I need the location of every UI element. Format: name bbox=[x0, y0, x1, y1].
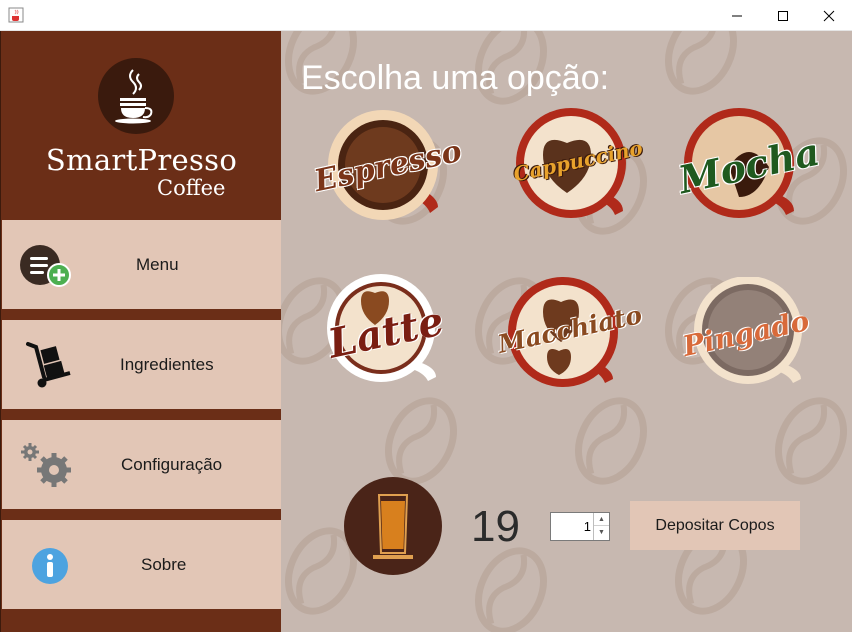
sidebar-item-configuracao[interactable]: Configuração bbox=[2, 420, 282, 509]
deposit-cups-button[interactable]: Depositar Copos bbox=[630, 501, 800, 550]
minimize-icon bbox=[732, 15, 742, 16]
sidebar-item-label: Menu bbox=[136, 255, 179, 274]
info-icon bbox=[32, 548, 68, 584]
option-espresso[interactable]: Espresso bbox=[311, 107, 465, 237]
close-icon bbox=[823, 10, 835, 21]
sidebar: SmartPresso Coffee Menu Ingredientes Con… bbox=[0, 31, 282, 632]
stepper-down-icon[interactable]: ▼ bbox=[594, 526, 609, 539]
glass-icon bbox=[373, 494, 413, 559]
brand-name: SmartPresso bbox=[45, 143, 238, 177]
brand-subtitle: Coffee bbox=[157, 176, 226, 200]
logo-circle bbox=[98, 58, 174, 134]
gears-icon bbox=[21, 443, 71, 487]
quantity-value[interactable]: 1 bbox=[584, 519, 591, 534]
maximize-button[interactable] bbox=[760, 0, 806, 31]
sidebar-item-sobre[interactable]: Sobre bbox=[2, 520, 282, 609]
sidebar-item-label: Configuração bbox=[121, 455, 223, 474]
option-pingado[interactable]: Pingado bbox=[680, 277, 833, 407]
cup-count: 19 bbox=[471, 502, 520, 551]
coffee-cup-icon bbox=[115, 69, 153, 124]
sidebar-item-menu[interactable]: Menu bbox=[2, 220, 282, 309]
maximize-icon bbox=[778, 10, 788, 21]
close-button[interactable] bbox=[806, 0, 852, 31]
option-mocha[interactable]: Mocha bbox=[674, 107, 824, 237]
main-panel: Escolha uma opção: Espresso Cappuccino M… bbox=[281, 31, 852, 632]
option-macchiato[interactable]: Macchiato bbox=[495, 277, 645, 407]
sidebar-item-ingredientes[interactable]: Ingredientes bbox=[2, 320, 282, 409]
menu-add-icon bbox=[20, 245, 71, 287]
stepper-up-icon[interactable]: ▲ bbox=[594, 513, 609, 526]
java-cup-icon bbox=[8, 7, 24, 23]
minimize-button[interactable] bbox=[714, 0, 760, 31]
sidebar-item-label: Sobre bbox=[141, 555, 187, 574]
option-cappuccino[interactable]: Cappuccino bbox=[503, 107, 653, 237]
page-title: Escolha uma opção: bbox=[301, 59, 610, 97]
hand-truck-icon bbox=[26, 342, 71, 388]
brand-logo: SmartPresso Coffee bbox=[1, 31, 282, 221]
option-latte[interactable]: Latte bbox=[321, 271, 471, 401]
glass-icon-circle bbox=[344, 477, 442, 575]
sidebar-item-label: Ingredientes bbox=[120, 355, 214, 374]
quantity-stepper[interactable]: 1 ▲ ▼ bbox=[550, 512, 610, 541]
stepper-arrows: ▲ ▼ bbox=[593, 513, 609, 540]
title-bar bbox=[0, 0, 852, 31]
